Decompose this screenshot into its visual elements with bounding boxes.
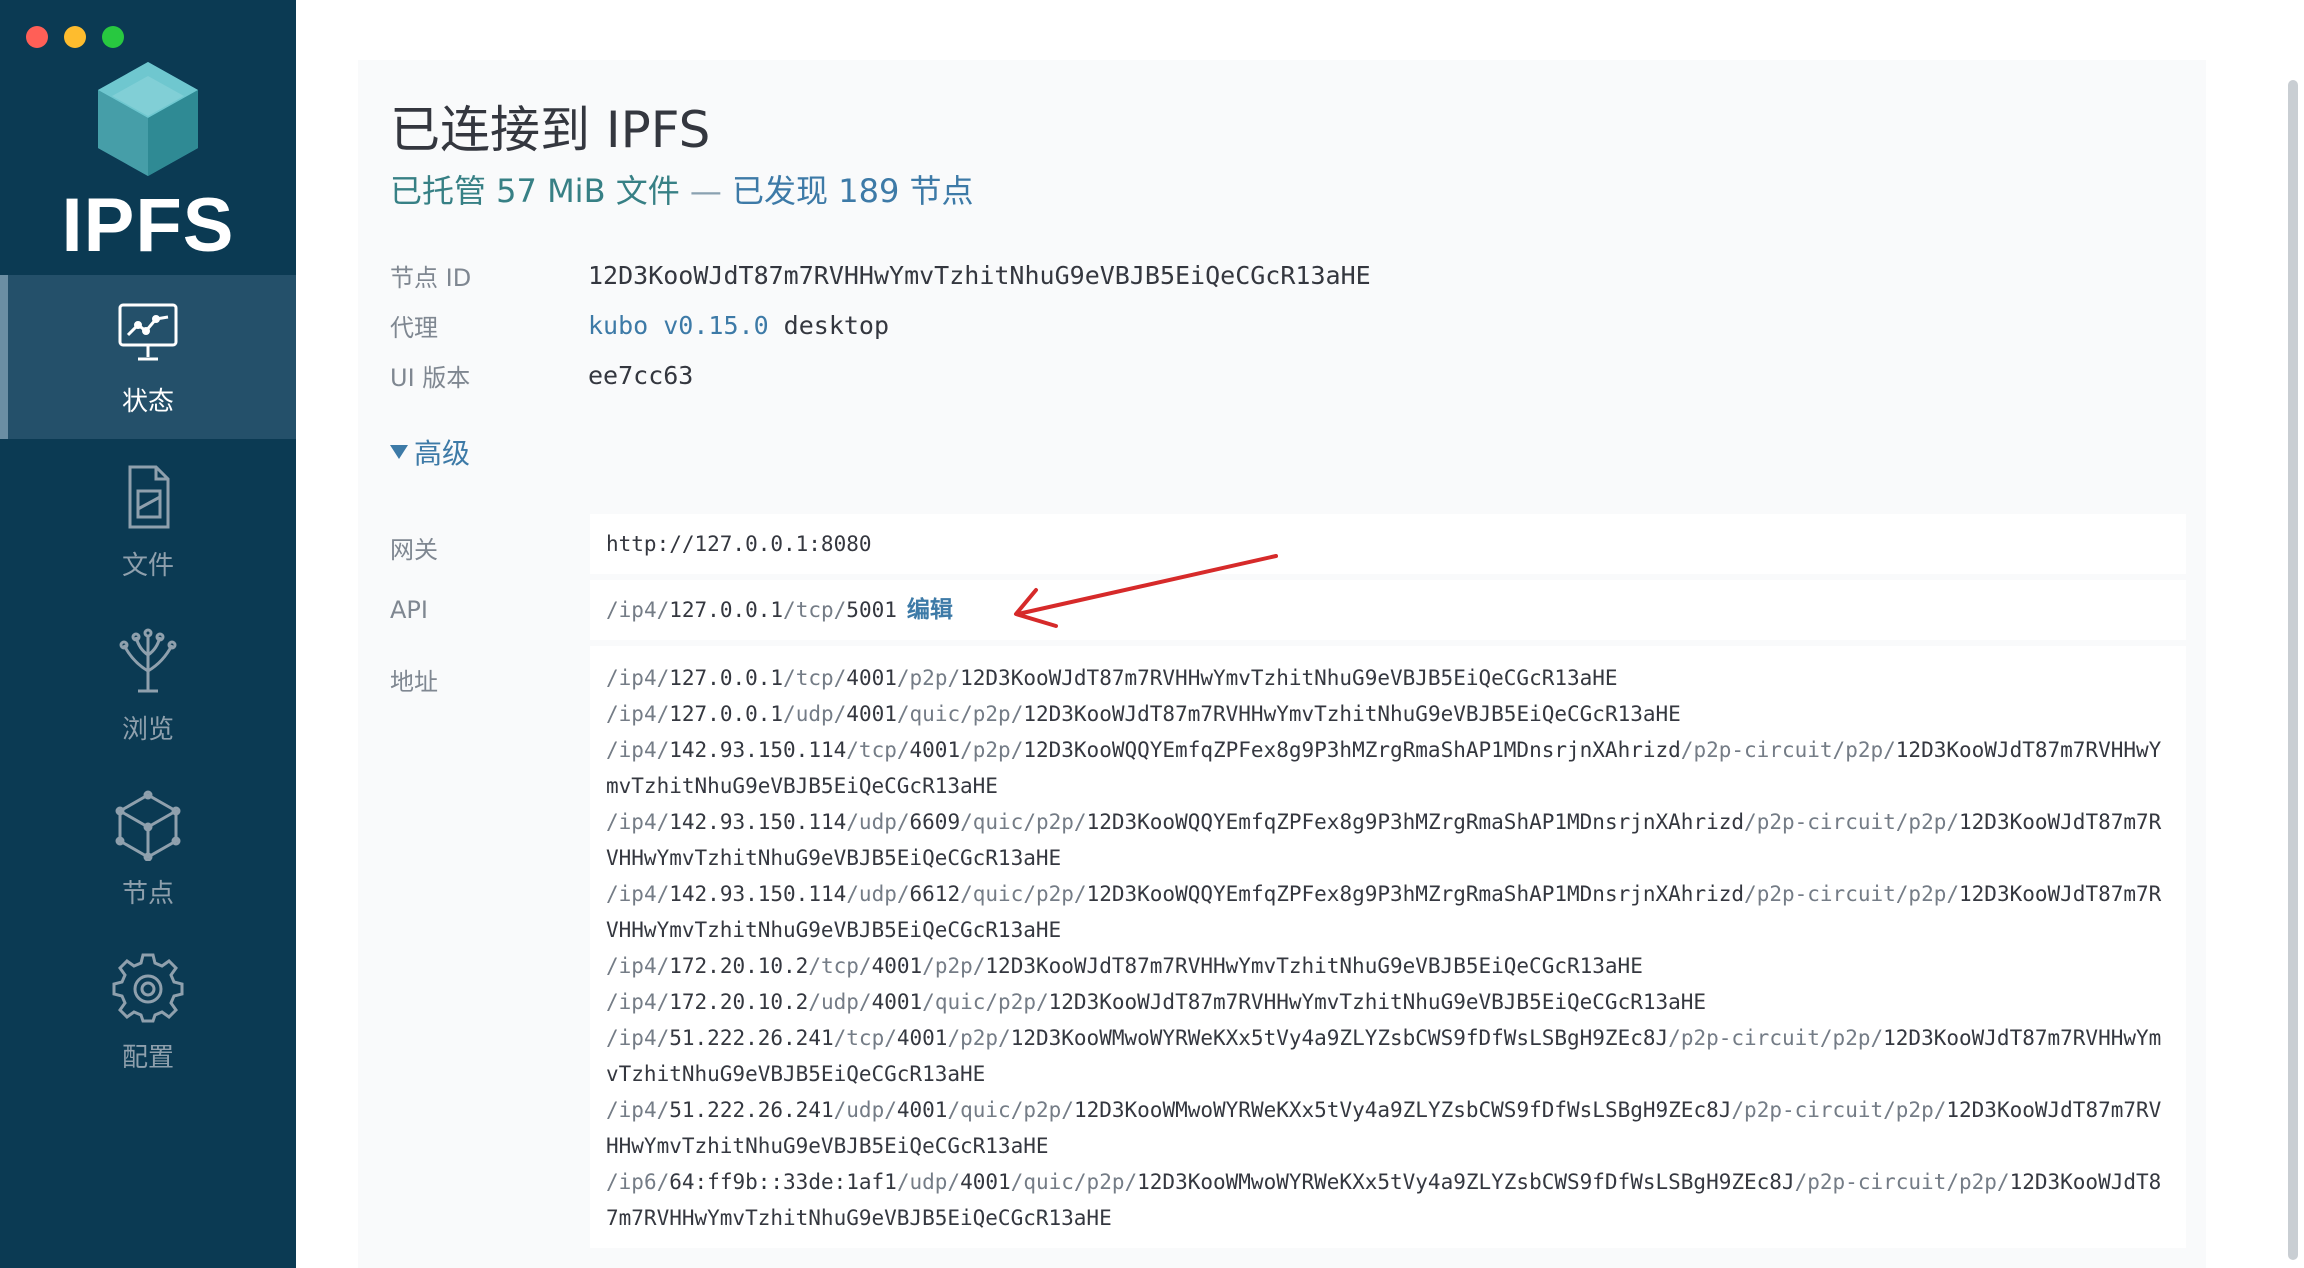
peers-icon <box>115 790 181 861</box>
node-id-value: 12D3KooWJdT87m7RVHHwYmvTzhitNhuG9eVBJB5E… <box>588 260 1371 290</box>
status-summary: 已托管 57 MiB 文件 — 已发现 189 节点 <box>390 166 973 212</box>
sidebar-item-settings[interactable]: 配置 <box>0 931 296 1095</box>
agent-row: 代理 kubo v0.15.0 desktop <box>390 300 1371 350</box>
status-card: 已连接到 IPFS 已托管 57 MiB 文件 — 已发现 189 节点 节点 … <box>358 60 2206 1268</box>
agent-value: kubo v0.15.0 desktop <box>588 311 889 340</box>
node-id-row: 节点 ID 12D3KooWJdT87m7RVHHwYmvTzhitNhuG9e… <box>390 250 1371 300</box>
address-item: /ip4/142.93.150.114/udp/6609/quic/p2p/12… <box>606 810 2162 870</box>
sidebar-item-label: 浏览 <box>121 714 174 745</box>
sidebar-item-label: 配置 <box>121 1042 174 1073</box>
hosting-summary: 已托管 57 MiB 文件 <box>390 172 680 210</box>
address-item: /ip6/64:ff9b::33de:1af1/udp/4001/quic/p2… <box>606 1170 2162 1230</box>
advanced-label: 高级 <box>414 437 471 470</box>
advanced-toggle[interactable]: 高级 <box>390 432 470 472</box>
agent-version-link[interactable]: kubo v0.15.0 <box>588 311 769 340</box>
address-item: /ip4/142.93.150.114/udp/6612/quic/p2p/12… <box>606 882 2162 942</box>
addresses-label: 地址 <box>390 668 438 696</box>
api-edit-button[interactable]: 编辑 <box>907 597 953 623</box>
sidebar-item-label: 文件 <box>121 550 174 581</box>
maximize-window-button[interactable] <box>102 26 124 48</box>
main-content: 已连接到 IPFS 已托管 57 MiB 文件 — 已发现 189 节点 节点 … <box>296 0 2304 1268</box>
address-item: /ip4/51.222.26.241/tcp/4001/p2p/12D3KooW… <box>606 1026 2162 1086</box>
api-value: /ip4/127.0.0.1/tcp/5001 <box>606 598 897 622</box>
agent-label: 代理 <box>390 313 438 342</box>
api-row: API /ip4/127.0.0.1/tcp/5001 编辑 <box>390 580 2186 640</box>
sidebar-item-files[interactable]: 文件 <box>0 439 296 603</box>
ui-version-label: UI 版本 <box>390 363 471 392</box>
address-item: /ip4/127.0.0.1/udp/4001/quic/p2p/12D3Koo… <box>606 702 1681 726</box>
sidebar-item-explore[interactable]: 浏览 <box>0 603 296 767</box>
status-icon <box>118 303 178 360</box>
address-item: /ip4/172.20.10.2/tcp/4001/p2p/12D3KooWJd… <box>606 954 1643 978</box>
node-info: 节点 ID 12D3KooWJdT87m7RVHHwYmvTzhitNhuG9e… <box>390 250 1371 400</box>
page-title: 已连接到 IPFS <box>390 101 711 159</box>
agent-suffix: desktop <box>768 310 890 340</box>
sidebar-nav: 状态 文件 浏览 节点 配置 <box>0 275 296 1095</box>
ui-version-value: ee7cc63 <box>588 360 694 390</box>
summary-separator: — <box>679 172 733 210</box>
minimize-window-button[interactable] <box>64 26 86 48</box>
close-window-button[interactable] <box>26 26 48 48</box>
address-item: /ip4/172.20.10.2/udp/4001/quic/p2p/12D3K… <box>606 990 1707 1014</box>
addresses-list: /ip4/127.0.0.1/tcp/4001/p2p/12D3KooWJdT8… <box>590 646 2186 1248</box>
caret-down-icon <box>390 445 408 459</box>
gateway-value: http://127.0.0.1:8080 <box>590 514 2186 574</box>
window-controls <box>26 26 124 48</box>
app-logo-text: IPFS <box>61 183 235 268</box>
app-window: IPFS 状态 文件 浏览 节点 配置 已连接到 IPFS 已托管 57 MiB… <box>0 0 2304 1268</box>
addresses-row: 地址 /ip4/127.0.0.1/tcp/4001/p2p/12D3KooWJ… <box>390 646 2186 1248</box>
api-value-box: /ip4/127.0.0.1/tcp/5001 编辑 <box>590 580 2186 640</box>
settings-icon <box>112 953 184 1022</box>
sidebar-item-peers[interactable]: 节点 <box>0 767 296 931</box>
address-item: /ip4/127.0.0.1/tcp/4001/p2p/12D3KooWJdT8… <box>606 666 1618 690</box>
explore-icon <box>119 628 177 692</box>
address-item: /ip4/51.222.26.241/udp/4001/quic/p2p/12D… <box>606 1098 2162 1158</box>
sidebar-item-status[interactable]: 状态 <box>0 275 296 439</box>
ipfs-logo-icon <box>98 62 198 176</box>
node-id-label: 节点 ID <box>390 263 472 292</box>
gateway-row: 网关 http://127.0.0.1:8080 <box>390 514 2186 574</box>
advanced-section: 网关 http://127.0.0.1:8080 API /ip4/127.0.… <box>390 514 2186 1254</box>
gateway-label: 网关 <box>390 536 438 564</box>
api-label: API <box>390 596 428 624</box>
peers-summary: 已发现 189 节点 <box>732 172 974 210</box>
sidebar-item-label: 状态 <box>121 386 174 417</box>
files-icon <box>128 465 170 528</box>
sidebar: IPFS 状态 文件 浏览 节点 配置 <box>0 0 296 1268</box>
scrollbar[interactable] <box>2288 80 2298 1260</box>
sidebar-item-label: 节点 <box>121 878 174 909</box>
ui-version-row: UI 版本 ee7cc63 <box>390 350 1371 400</box>
address-item: /ip4/142.93.150.114/tcp/4001/p2p/12D3Koo… <box>606 738 2162 798</box>
